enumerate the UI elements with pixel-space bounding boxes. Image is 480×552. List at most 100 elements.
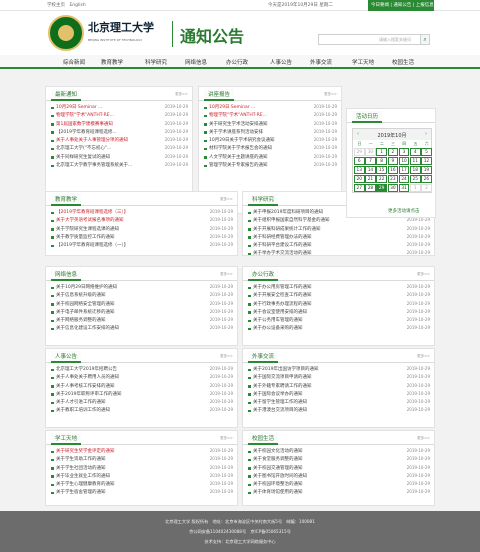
notice-title[interactable]: 关于办公设备采购的通知 (253, 325, 398, 331)
list-item[interactable]: 关于信息系统升级的通知 2019-10-29 (51, 292, 233, 300)
list-item[interactable]: 关于开展科研成果统计工作的通知 2019-10-29 (248, 226, 430, 234)
list-item[interactable]: 关于电子邮件系统迁移的通知 2019-10-29 (51, 309, 233, 317)
notice-title[interactable]: 第1届国家数学建模赛事通知 (56, 121, 156, 127)
list-item[interactable]: 关于人才引进工作的通知 2019-10-29 (51, 399, 233, 407)
list-item[interactable]: 关于科研平台建设工作的通知 2019-10-29 (248, 242, 430, 250)
calendar-next-icon[interactable]: › (425, 131, 427, 137)
calendar-day[interactable]: 11 (410, 157, 421, 165)
calendar-day[interactable]: 1 (376, 148, 387, 156)
list-item[interactable]: 【2019学年教育班课程选修（三）】 2019-10-29 (51, 209, 233, 217)
more-link[interactable]: 更多>> (220, 354, 233, 359)
list-item[interactable]: 关于学生资助工作的通知 2019-10-29 (51, 456, 233, 464)
nav-item[interactable]: 网络信息 (185, 58, 207, 66)
nav-item[interactable]: 学工天地 (352, 58, 374, 66)
calendar-day[interactable]: 13 (354, 166, 365, 174)
calendar-day[interactable]: 2 (421, 184, 432, 192)
list-item[interactable]: 关于国际会议举办的通知 2019-10-29 (248, 391, 430, 399)
panel-title[interactable]: 人事公告 (51, 351, 82, 363)
calendar-day[interactable]: 28 (365, 184, 376, 192)
notice-title[interactable]: 关于港澳台交流项目的通知 (253, 407, 398, 413)
notice-title[interactable]: 关于教职工培训工作的通知 (56, 407, 201, 413)
calendar-day[interactable]: 24 (398, 175, 410, 183)
calendar-day[interactable]: 15 (376, 166, 387, 174)
calendar-day[interactable]: 12 (421, 157, 432, 165)
calendar-day[interactable]: 17 (398, 166, 410, 174)
notice-title[interactable]: 关于行政事务办理流程的通知 (253, 301, 398, 307)
list-item[interactable]: 人文学院关于主题讲座的通知 2019-10-29 (204, 154, 337, 162)
notice-title[interactable]: 关于2019年出国访学项目的通知 (253, 366, 398, 372)
list-item[interactable]: 关于研究生学术活动安排通知 2019-10-29 (204, 121, 337, 129)
notice-title[interactable]: 关于学生心理健康教育的通知 (56, 481, 201, 487)
search-input[interactable]: 请输入搜索关键词 (318, 34, 422, 45)
notice-title[interactable]: 关于体育场馆使用的通知 (253, 489, 398, 495)
notice-title[interactable]: 关于科研平台建设工作的通知 (253, 242, 398, 248)
calendar-day[interactable]: 22 (376, 175, 387, 183)
list-item[interactable]: 【2019学年教育班课程选修... 2019-10-29 (51, 129, 188, 137)
notice-title[interactable]: 物理学院"学术"ANTHT-RE... (209, 112, 305, 118)
list-item[interactable]: 关于办公设备采购的通知 2019-10-29 (248, 325, 430, 333)
list-item[interactable]: 关于会议室使用安排的通知 2019-10-29 (248, 309, 430, 317)
panel-title[interactable]: 校园生活 (248, 433, 279, 445)
calendar-day[interactable]: 31 (398, 184, 410, 192)
list-item[interactable]: 关于组织申报国家自然科学基金的通知 2019-10-29 (248, 217, 430, 225)
nav-item[interactable]: 外事交流 (310, 58, 332, 66)
more-link[interactable]: 更多>> (220, 272, 233, 277)
notice-title[interactable]: 关于学生资助工作的通知 (56, 456, 201, 462)
notice-title[interactable]: 关于科研经费管理办法的通知 (253, 234, 398, 240)
calendar-day[interactable]: 2 (387, 148, 399, 156)
notice-title[interactable]: 关于电子邮件系统迁移的通知 (56, 309, 201, 315)
notice-title[interactable]: 10月29日 Seminar ... (56, 104, 156, 110)
nav-item[interactable]: 综合新闻 (63, 58, 85, 66)
calendar-day[interactable]: 7 (365, 157, 376, 165)
list-item[interactable]: 关于校园环境整治的通知 2019-10-29 (248, 481, 430, 489)
nav-item[interactable]: 人事公告 (270, 58, 292, 66)
calendar-day[interactable]: 30 (387, 184, 399, 192)
list-item[interactable]: 关于学生心理健康教育的通知 2019-10-29 (51, 481, 233, 489)
calendar-day[interactable]: 10 (398, 157, 410, 165)
list-item[interactable]: 关于人事考核工作安排的通知 2019-10-29 (51, 383, 233, 391)
list-item[interactable]: 关于学生宿舍管理的通知 2019-10-29 (51, 489, 233, 497)
notice-title[interactable]: 关于留学生管理工作的通知 (253, 399, 398, 405)
list-item[interactable]: 物理学院"学术"ANTHT-RE... 2019-10-29 (204, 112, 337, 120)
notice-title[interactable]: 关于组织申报国家自然科学基金的通知 (253, 217, 398, 223)
list-item[interactable]: 北京理工大学("不忘初心"... 2019-10-29 (51, 145, 188, 153)
notice-title[interactable]: 关于办公用房管理工作的通知 (253, 284, 398, 290)
more-link[interactable]: 更多>> (417, 436, 430, 441)
notice-title[interactable]: 10月29日关于学术研究会议通知 (209, 137, 305, 143)
list-item[interactable]: 关于图书馆开放时间的通知 2019-10-29 (248, 473, 430, 481)
notice-title[interactable]: 关于校园文化活动的通知 (253, 448, 398, 454)
list-item[interactable]: 关于港澳台交流项目的通知 2019-10-29 (248, 407, 430, 415)
calendar-day[interactable]: 29 (354, 148, 365, 156)
list-item[interactable]: 关于科研经费管理办法的通知 2019-10-29 (248, 234, 430, 242)
list-item[interactable]: 关于开展安全检查工作的通知 2019-10-29 (248, 292, 430, 300)
calendar-day[interactable]: 14 (365, 166, 376, 174)
calendar-day[interactable]: 27 (354, 184, 365, 192)
notice-title[interactable]: 北京理工大学2019年招聘公告 (56, 366, 201, 372)
notice-title[interactable]: 关于国际会议举办的通知 (253, 391, 398, 397)
notice-title[interactable]: 关于学院研究生课程选课的通知 (56, 226, 201, 232)
more-link[interactable]: 更多>> (220, 197, 233, 202)
notice-title[interactable]: 关于教学质量监控工作的通知 (56, 234, 201, 240)
notice-title[interactable]: 关于食堂服务调整的通知 (253, 456, 398, 462)
notice-title[interactable]: 关于2019年职称评审工作的通知 (56, 391, 201, 397)
calendar-day[interactable]: 25 (410, 175, 421, 183)
calendar-day[interactable]: 26 (421, 175, 432, 183)
nav-item[interactable]: 科学研究 (145, 58, 167, 66)
notice-title[interactable]: 管理学院关于专家报告的通知 (209, 162, 305, 168)
search-icon[interactable]: ⌕ (420, 34, 430, 45)
notice-title[interactable]: 北京理工大学("不忘初心"... (56, 145, 156, 151)
notice-title[interactable]: 材料学院关于学术报告会的通知 (209, 145, 305, 151)
top-actions[interactable]: 今日要闻 | 通知公告 | 上报信息 (368, 0, 434, 11)
calendar-day[interactable]: 9 (387, 157, 399, 165)
notice-title[interactable]: 关于学生社团活动的通知 (56, 465, 201, 471)
list-item[interactable]: 材料学院关于学术报告会的通知 2019-10-29 (204, 145, 337, 153)
panel-title[interactable]: 网络信息 (51, 269, 82, 281)
list-item[interactable]: 【2019学年教育班课程选修（一）】 2019-10-29 (51, 242, 233, 250)
calendar-day[interactable]: 16 (387, 166, 399, 174)
list-item[interactable]: 关于2019年出国访学项目的通知 2019-10-29 (248, 366, 430, 374)
list-item[interactable]: 关于人事处关于人事管理分项的通知 2019-10-29 (51, 137, 188, 145)
list-item[interactable]: 第1届国家数学建模赛事通知 2019-10-29 (51, 121, 188, 129)
list-item[interactable]: 管理学院关于专家报告的通知 2019-10-29 (204, 162, 337, 170)
notice-title[interactable]: 关于10月29日网络维护的通知 (56, 284, 201, 290)
notice-title[interactable]: 关于会议室使用安排的通知 (253, 309, 398, 315)
